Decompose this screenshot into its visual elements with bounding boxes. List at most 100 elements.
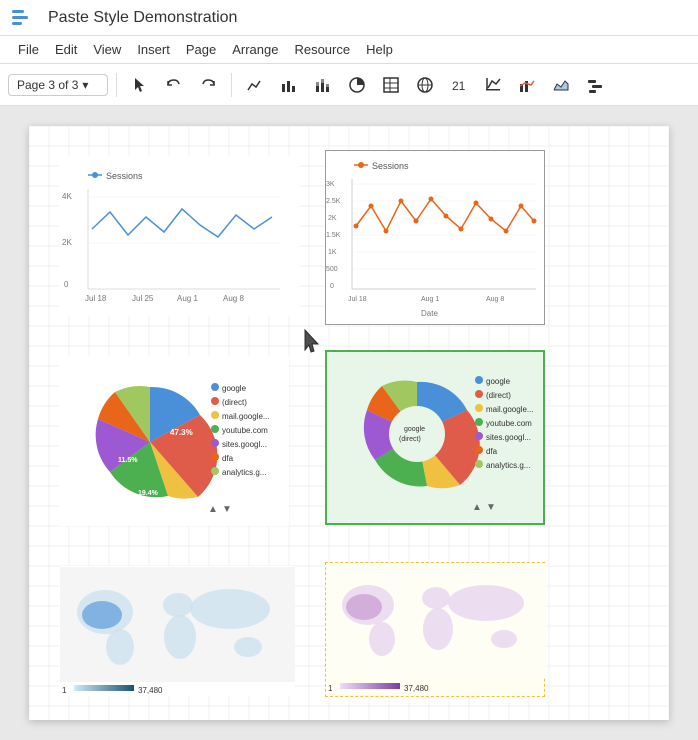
svg-text:0: 0 [330,283,334,290]
world-map-1[interactable]: 1 37,480 [59,566,294,696]
svg-text:google: google [222,384,247,393]
pointer-icon [131,76,149,94]
svg-text:youtube.com: youtube.com [486,419,532,428]
svg-text:▲: ▲ [208,504,218,515]
svg-text:Date: Date [421,309,438,318]
pointer-tool-button[interactable] [125,70,155,100]
svg-text:2K: 2K [62,238,72,247]
svg-text:Aug 1: Aug 1 [421,296,439,303]
svg-text:47.3%: 47.3% [170,428,193,437]
svg-text:37,480: 37,480 [404,684,429,693]
text-icon: 21 [450,76,468,94]
svg-text:21: 21 [452,79,466,93]
insert-line-chart-button[interactable] [240,70,270,100]
insert-pie-chart-button[interactable] [342,70,372,100]
gantt-icon [586,76,604,94]
world-map-2[interactable]: 1 37,480 [325,562,545,697]
toolbar-separator [116,73,117,97]
insert-combo-button[interactable] [512,70,542,100]
insert-map-button[interactable] [410,70,440,100]
svg-text:3K: 3K [326,181,335,188]
page-selector-text: Page 3 of 3 [17,78,78,92]
page-selector[interactable]: Page 3 of 3 ▾ [8,74,108,96]
svg-text:dfa: dfa [486,447,498,456]
svg-text:mail.google...: mail.google... [486,405,534,414]
svg-text:1.5K: 1.5K [326,232,341,239]
insert-gantt-button[interactable] [580,70,610,100]
svg-text:19.4%: 19.4% [138,490,159,497]
undo-icon [165,76,183,94]
svg-text:(direct): (direct) [222,398,247,407]
insert-bar-chart-button[interactable] [274,70,304,100]
table-icon [382,76,400,94]
bar-chart-icon [280,76,298,94]
page: Sessions 4K 2K 0 Jul 18 Jul 25 Aug 1 Aug… [29,126,669,720]
toolbar: Page 3 of 3 ▾ [0,64,698,106]
globe-icon [416,76,434,94]
menu-arrange[interactable]: Arrange [224,38,286,61]
line-chart-icon [246,76,264,94]
svg-text:11.5%: 11.5% [118,457,138,464]
svg-text:▼: ▼ [486,502,496,513]
undo-button[interactable] [159,70,189,100]
svg-text:Sessions: Sessions [372,161,409,171]
svg-text:(direct): (direct) [399,436,421,443]
menu-insert[interactable]: Insert [129,38,178,61]
line-chart-2[interactable]: Sessions 3K 2.5K 2K 1.5K 1K 500 0 [325,150,545,325]
insert-text-button[interactable]: 21 [444,70,474,100]
insert-stacked-chart-button[interactable] [308,70,338,100]
app-logo [10,4,38,32]
chevron-down-icon: ▾ [82,78,88,92]
svg-text:(direct): (direct) [486,391,511,400]
svg-text:analytics.g...: analytics.g... [486,461,530,470]
svg-text:500: 500 [326,266,338,273]
pie-chart-icon [348,76,366,94]
svg-text:Aug 1: Aug 1 [177,294,198,303]
svg-text:▲: ▲ [472,502,482,513]
app-title: Paste Style Demonstration [48,9,237,27]
svg-text:37,480: 37,480 [138,686,163,695]
svg-text:sites.googl...: sites.googl... [222,440,267,449]
svg-text:0: 0 [64,280,69,289]
menu-page[interactable]: Page [178,38,224,61]
svg-text:google: google [486,377,511,386]
combo-chart-icon [518,76,536,94]
svg-text:2.5K: 2.5K [326,198,341,205]
svg-text:dfa: dfa [222,454,234,463]
svg-text:analytics.g...: analytics.g... [222,468,266,477]
pie-chart-1[interactable]: 47.3% 11.5% 19.4% google (direct) mail.g… [59,356,289,526]
menu-bar: File Edit View Insert Page Arrange Resou… [0,36,698,64]
insert-table-button[interactable] [376,70,406,100]
svg-text:Jul 25: Jul 25 [132,294,154,303]
redo-button[interactable] [193,70,223,100]
menu-resource[interactable]: Resource [286,38,358,61]
title-bar: Paste Style Demonstration [0,0,698,36]
pie-chart-2[interactable]: google (direct) google (direct) mail.goo… [325,350,545,525]
menu-view[interactable]: View [85,38,129,61]
svg-text:Aug 8: Aug 8 [486,296,504,303]
svg-text:Aug 8: Aug 8 [223,294,244,303]
area-chart-icon [552,76,570,94]
line-chart-1[interactable]: Sessions 4K 2K 0 Jul 18 Jul 25 Aug 1 Aug… [59,156,299,316]
svg-text:4K: 4K [62,192,72,201]
redo-icon [199,76,217,94]
svg-text:sites.googl...: sites.googl... [486,433,531,442]
svg-text:Jul 18: Jul 18 [348,296,367,303]
svg-text:Sessions: Sessions [106,171,143,181]
mouse-cursor [301,328,325,358]
insert-scatter-button[interactable] [478,70,508,100]
svg-text:youtube.com: youtube.com [222,426,268,435]
svg-text:1K: 1K [328,249,337,256]
menu-help[interactable]: Help [358,38,401,61]
menu-edit[interactable]: Edit [47,38,85,61]
insert-area-button[interactable] [546,70,576,100]
toolbar-separator-2 [231,73,232,97]
canvas: Sessions 4K 2K 0 Jul 18 Jul 25 Aug 1 Aug… [0,106,698,740]
svg-text:1: 1 [62,686,67,695]
svg-text:1: 1 [328,684,333,693]
svg-text:▼: ▼ [222,504,232,515]
scatter-chart-icon [484,76,502,94]
svg-text:Jul 18: Jul 18 [85,294,107,303]
svg-text:google: google [404,426,425,433]
menu-file[interactable]: File [10,38,47,61]
